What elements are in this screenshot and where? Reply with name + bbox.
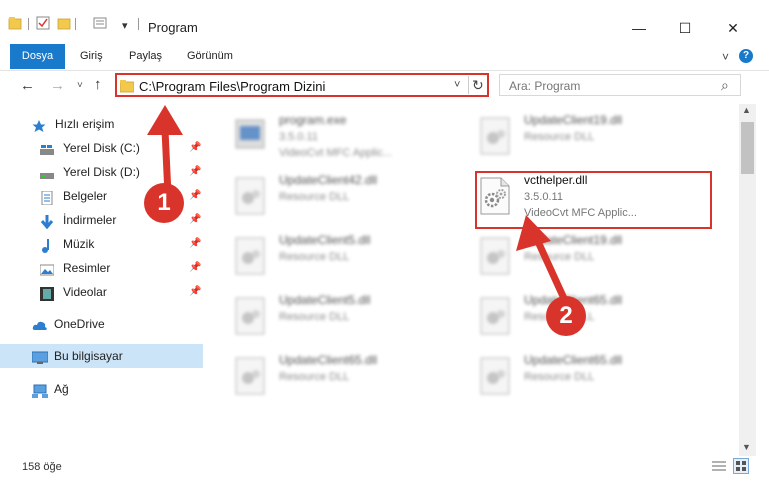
tab-share[interactable]: Paylaş	[129, 44, 162, 69]
music-icon	[40, 237, 54, 253]
arrow-1-head	[147, 105, 183, 135]
refresh-button[interactable]: ↻	[472, 77, 484, 94]
arrow-2-head	[516, 215, 551, 251]
quick-access-dropdown-icon[interactable]: ▾	[122, 19, 128, 32]
scroll-down-icon[interactable]: ▼	[742, 442, 751, 452]
address-path[interactable]: C:\Program Files\Program Dizini	[139, 79, 325, 94]
ribbon-tabs	[0, 44, 769, 71]
computer-icon	[31, 349, 49, 364]
minimize-button[interactable]: —	[616, 14, 662, 42]
close-button[interactable]: ✕	[710, 14, 756, 42]
new-folder-icon[interactable]	[57, 16, 71, 30]
help-icon[interactable]: ?	[739, 49, 753, 63]
large-icons-view-icon[interactable]	[733, 458, 749, 474]
pictures-icon	[39, 261, 55, 276]
cloud-icon	[32, 317, 47, 331]
divider	[28, 18, 29, 30]
search-icon[interactable]: ⌕	[721, 77, 729, 94]
view-icon[interactable]	[93, 16, 107, 30]
annotation-arrows	[147, 105, 571, 309]
document-icon	[40, 189, 54, 206]
drive-icon	[40, 141, 54, 155]
divider	[75, 18, 76, 30]
star-icon	[32, 117, 46, 132]
window-title: Program	[148, 20, 198, 35]
address-dropdown-icon[interactable]: ˅	[454, 79, 460, 91]
download-icon	[40, 213, 54, 230]
step-2-badge: 2	[546, 296, 586, 336]
scroll-up-icon[interactable]: ▲	[742, 105, 751, 115]
maximize-button[interactable]: ☐	[662, 14, 708, 42]
ribbon-collapse-icon[interactable]: ˅	[722, 50, 729, 64]
tab-view[interactable]: Görünüm	[187, 44, 233, 69]
item-count: 158 öğe	[22, 461, 62, 473]
scrollbar-thumb[interactable]	[741, 122, 754, 174]
up-button[interactable]: ↑	[94, 76, 102, 93]
folder-icon	[119, 79, 135, 93]
status-bar	[0, 456, 769, 486]
back-button[interactable]: ←	[20, 77, 35, 94]
drive-icon	[40, 165, 54, 179]
step-1-badge: 1	[144, 183, 184, 223]
details-view-icon[interactable]	[711, 459, 727, 473]
film-icon	[40, 285, 54, 301]
recent-locations-icon[interactable]: ˅	[77, 80, 83, 91]
properties-icon[interactable]	[36, 16, 50, 30]
arrow-2-shaft	[531, 231, 571, 309]
tab-file[interactable]: Dosya	[10, 44, 65, 69]
folder-icon	[8, 16, 22, 30]
divider	[468, 76, 469, 94]
search-input[interactable]: Ara: Program	[509, 79, 580, 93]
tab-home[interactable]: Giriş	[80, 44, 103, 69]
divider	[138, 18, 139, 30]
sidebar-item-network[interactable]: Ağ	[0, 377, 203, 401]
forward-button[interactable]: →	[50, 77, 65, 94]
network-icon	[32, 382, 48, 398]
